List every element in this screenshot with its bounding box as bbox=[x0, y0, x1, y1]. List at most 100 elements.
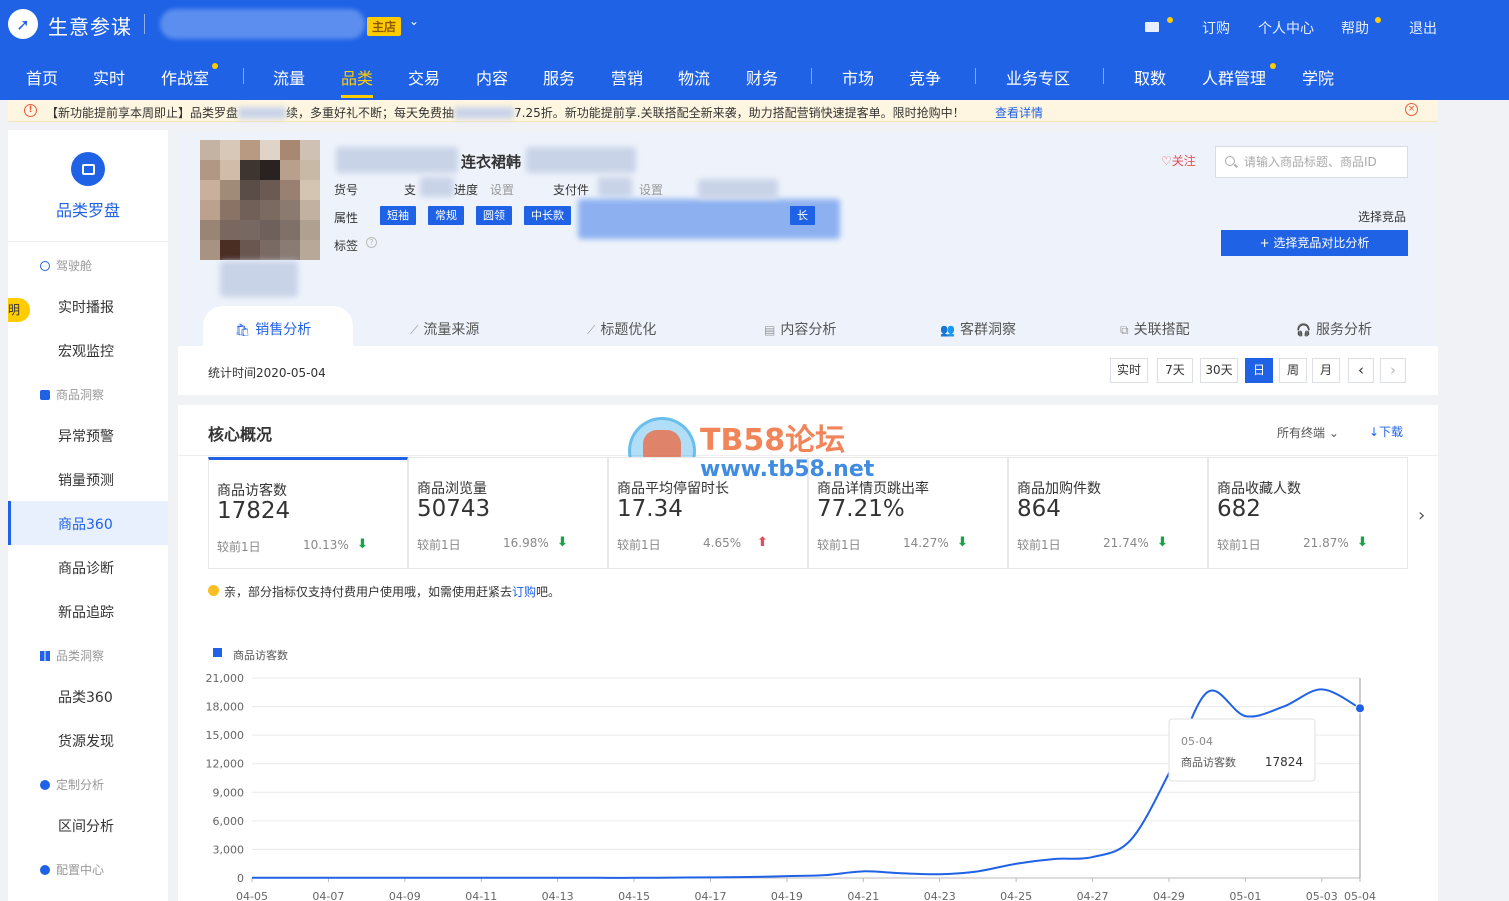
sidebar-item-goods360[interactable]: 商品360 bbox=[58, 514, 113, 534]
nav-home[interactable]: 首页 bbox=[26, 65, 58, 89]
close-icon[interactable]: × bbox=[1405, 103, 1418, 116]
period-30d-button[interactable]: 30天 bbox=[1200, 358, 1238, 383]
nav-crowd-management[interactable]: 人群管理 bbox=[1202, 65, 1266, 89]
nav-finance[interactable]: 财务 bbox=[746, 65, 778, 89]
shop-name-blurred[interactable] bbox=[160, 9, 365, 39]
tab-related-matching[interactable]: ⧉ 关联搭配 bbox=[1120, 319, 1190, 339]
product-title[interactable]: 连衣裙韩 bbox=[461, 151, 521, 172]
follow-label: 关注 bbox=[1171, 154, 1196, 168]
tab-label: 标题优化 bbox=[600, 322, 657, 338]
sidebar-group-config-center: 配置中心 bbox=[40, 861, 104, 878]
tip-suffix: 吧。 bbox=[536, 585, 561, 599]
terminal-select[interactable]: 所有终端 ⌄ bbox=[1277, 424, 1339, 441]
sidebar-item-interval-analysis[interactable]: 区间分析 bbox=[58, 816, 114, 836]
sidebar-item-macro-monitor[interactable]: 宏观监控 bbox=[58, 341, 114, 361]
notice-text: 【新功能提前享本周即止】品类罗盘 续，多重好礼不断；每天免费抽 7.25折。新功能提… bbox=[46, 104, 965, 121]
set-link-1[interactable]: 设置 bbox=[490, 181, 514, 198]
nav-crowd-dot bbox=[1270, 63, 1276, 69]
nav-divider bbox=[975, 68, 976, 84]
logout-link[interactable]: 退出 bbox=[1409, 18, 1437, 38]
side-float-tab[interactable]: 明 bbox=[8, 298, 30, 322]
tab-service-analysis[interactable]: 🎧 服务分析 bbox=[1296, 319, 1372, 339]
nav-trade[interactable]: 交易 bbox=[408, 65, 440, 89]
product-search-input[interactable]: 请输入商品标题、商品ID bbox=[1215, 146, 1408, 178]
help-link[interactable]: 帮助 bbox=[1341, 18, 1369, 38]
nav-traffic[interactable]: 流量 bbox=[273, 65, 305, 89]
notice-text-c: 7.25折。新功能提前享.关联搭配全新来袭，助力搭配营销快速提客单。限时抢购中！ bbox=[514, 106, 965, 120]
nav-category[interactable]: 品类 bbox=[341, 65, 373, 89]
nav-content[interactable]: 内容 bbox=[476, 65, 508, 89]
x-tick-label: 04-29 bbox=[1153, 890, 1185, 901]
attr-tag: 常规 bbox=[428, 206, 464, 225]
subscribe-link[interactable]: 订购 bbox=[1202, 18, 1230, 38]
visitor-line-chart[interactable]: 商品访客数 0 3,000 6,000 9,000 12,000 15,000 18,000 2… bbox=[178, 633, 1438, 901]
alert-icon: ! bbox=[24, 104, 37, 117]
period-day-button[interactable]: 日 bbox=[1245, 358, 1273, 383]
sidebar-item-anomaly-alert[interactable]: 异常预警 bbox=[58, 426, 114, 446]
tip-text: 亲，部分指标仅支持付费用户使用哦，如需使用赶紧去订购吧。 bbox=[224, 583, 560, 600]
product-thumbnail-pixelated[interactable] bbox=[200, 140, 320, 260]
pick-competitor-button[interactable]: + 选择竞品对比分析 bbox=[1221, 230, 1408, 256]
nav-business-zone[interactable]: 业务专区 bbox=[1006, 65, 1070, 89]
period-realtime-button[interactable]: 实时 bbox=[1110, 358, 1148, 383]
chevron-right-icon[interactable]: › bbox=[1418, 505, 1425, 526]
shop-switch-caret-icon[interactable]: ⌄ bbox=[409, 14, 419, 28]
download-button[interactable]: ↓下载 bbox=[1369, 423, 1403, 440]
line-chart-icon: ⟋ bbox=[410, 323, 419, 337]
attr-tag: 圆领 bbox=[476, 206, 512, 225]
chevron-left-icon[interactable]: ‹ bbox=[1348, 358, 1374, 383]
x-tick-label: 05-01 bbox=[1229, 890, 1261, 901]
tab-content-analysis[interactable]: ▤ 内容分析 bbox=[764, 319, 836, 339]
tab-label: 销售分析 bbox=[255, 322, 312, 338]
metric-card[interactable]: 商品访客数 17824 较前1日 10.13% ⬇ bbox=[208, 457, 408, 569]
tab-sales-analysis[interactable]: 🛍 销售分析 bbox=[235, 319, 311, 339]
x-tick-label: 04-13 bbox=[542, 890, 574, 901]
personal-center-link[interactable]: 个人中心 bbox=[1258, 18, 1314, 38]
sidebar-item-category360[interactable]: 品类360 bbox=[58, 687, 113, 707]
nav-market[interactable]: 市场 bbox=[842, 65, 874, 89]
nav-war-room[interactable]: 作战室 bbox=[161, 65, 209, 89]
nav-marketing[interactable]: 营销 bbox=[611, 65, 643, 89]
metric-card[interactable]: 商品浏览量 50743 较前1日 16.98% ⬇ bbox=[408, 457, 608, 569]
notice-detail-link[interactable]: 查看详情 bbox=[995, 104, 1043, 121]
period-7d-button[interactable]: 7天 bbox=[1157, 358, 1193, 383]
set-link-2[interactable]: 设置 bbox=[639, 181, 663, 198]
metric-label: 商品加购件数 bbox=[1017, 481, 1101, 497]
metric-card[interactable]: 商品收藏人数 682 较前1日 21.87% ⬇ bbox=[1208, 457, 1408, 569]
x-tick-label: 05-03 bbox=[1306, 890, 1338, 901]
sidebar-item-sales-forecast[interactable]: 销量预测 bbox=[58, 470, 114, 490]
core-overview-card: 核心概况 所有终端 ⌄ ↓下载 TB58论坛 商品访客数 17824 较前1日 10.… bbox=[178, 405, 1438, 901]
metric-card[interactable]: 商品加购件数 864 较前1日 21.74% ⬇ bbox=[1008, 457, 1208, 569]
tab-title-optimization[interactable]: ⟋ 标题优化 bbox=[587, 319, 656, 339]
sidebar-item-new-goods-track[interactable]: 新品追踪 bbox=[58, 602, 114, 622]
x-tick-label: 04-27 bbox=[1077, 890, 1109, 901]
legend-label: 商品访客数 bbox=[233, 648, 288, 662]
nav-fetch-data[interactable]: 取数 bbox=[1134, 65, 1166, 89]
tab-audience-insight[interactable]: 👥 客群洞察 bbox=[940, 319, 1016, 339]
metric-compare-label: 较前1日 bbox=[417, 538, 461, 552]
period-week-button[interactable]: 周 bbox=[1279, 358, 1307, 383]
sidebar-group-custom-analysis: 定制分析 bbox=[40, 776, 104, 793]
bag-icon bbox=[40, 390, 50, 400]
nav-competition[interactable]: 竞争 bbox=[909, 65, 941, 89]
tab-traffic-source[interactable]: ⟋ 流量来源 bbox=[410, 319, 479, 339]
sidebar-divider bbox=[8, 241, 168, 242]
mail-icon[interactable] bbox=[1145, 22, 1159, 32]
app-title[interactable]: 生意参谋 bbox=[48, 11, 132, 40]
subscribe-tip-link[interactable]: 订购 bbox=[512, 585, 536, 599]
title-divider bbox=[144, 14, 145, 34]
compass-logo-icon[interactable]: ➚ bbox=[8, 9, 38, 39]
nav-academy[interactable]: 学院 bbox=[1302, 65, 1334, 89]
highlight-point bbox=[1355, 703, 1365, 714]
help-icon[interactable]: ? bbox=[366, 237, 377, 248]
sidebar-item-realtime-report[interactable]: 实时播报 bbox=[58, 297, 114, 317]
sidebar-item-source-discovery[interactable]: 货源发现 bbox=[58, 731, 114, 751]
follow-button[interactable]: ♡关注 bbox=[1161, 152, 1196, 169]
sidebar-item-goods-diagnosis[interactable]: 商品诊断 bbox=[58, 558, 114, 578]
period-month-button[interactable]: 月 bbox=[1312, 358, 1340, 383]
nav-realtime[interactable]: 实时 bbox=[93, 65, 125, 89]
nav-logistics[interactable]: 物流 bbox=[678, 65, 710, 89]
sidebar-title[interactable]: 品类罗盘 bbox=[8, 197, 168, 221]
nav-service[interactable]: 服务 bbox=[543, 65, 575, 89]
chevron-right-icon[interactable]: › bbox=[1380, 358, 1406, 383]
